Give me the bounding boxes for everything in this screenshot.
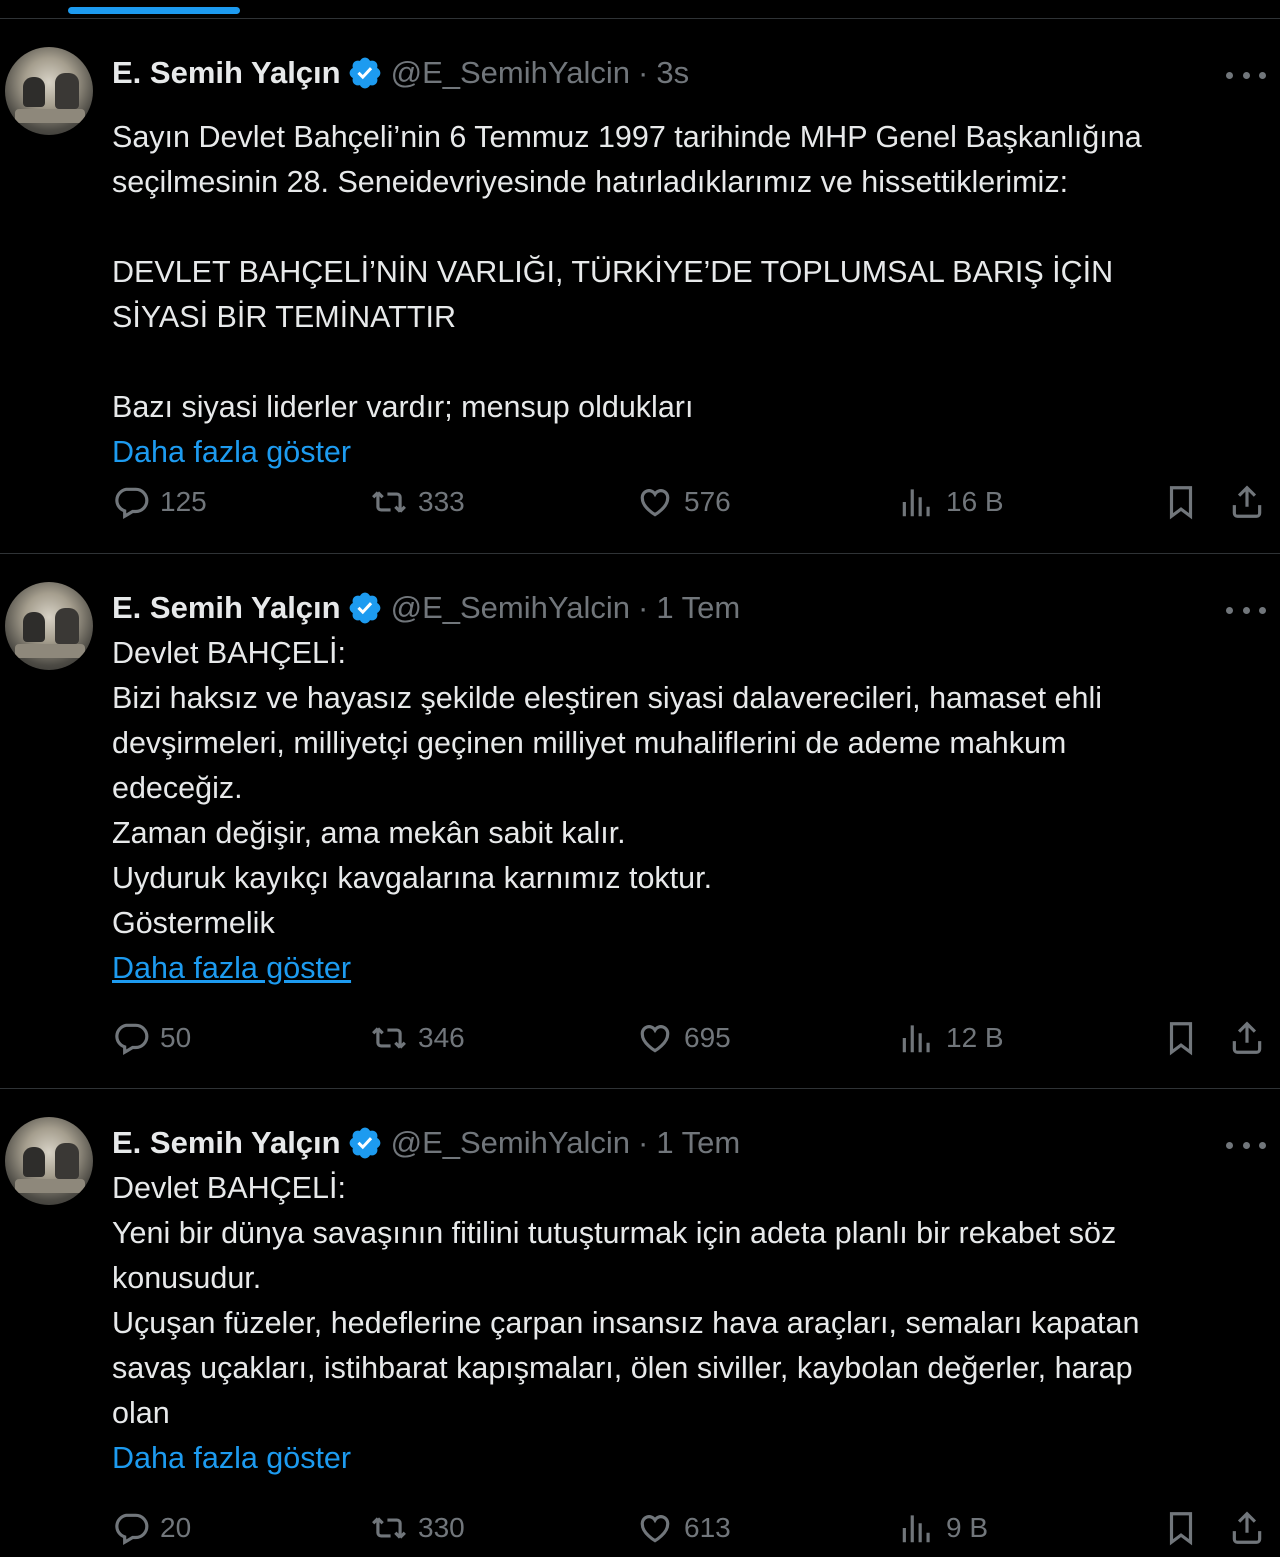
avatar[interactable]: [5, 582, 93, 670]
avatar[interactable]: [5, 1117, 93, 1205]
separator-dot: ·: [638, 55, 649, 90]
verified-badge-icon: [349, 592, 380, 624]
verified-badge-icon: [349, 57, 380, 89]
tweet-paragraph: Sayın Devlet Bahçeli’nin 6 Temmuz 1997 t…: [112, 120, 1142, 199]
timestamp[interactable]: 1 Tem: [656, 590, 740, 626]
like-count: 576: [684, 486, 731, 517]
reply-icon: [115, 487, 149, 520]
tweet-header: E. Semih Yalçın @E_SemihYalcin · 1 Tem: [112, 588, 740, 628]
separator-dot: ·: [638, 1125, 649, 1160]
reply-button[interactable]: 20: [112, 1509, 191, 1547]
views-button[interactable]: 9 B: [898, 1509, 988, 1547]
reply-count: 50: [160, 1022, 192, 1053]
more-icon[interactable]: [1226, 1139, 1266, 1151]
reply-button[interactable]: 50: [112, 1019, 191, 1057]
like-button[interactable]: 613: [636, 1509, 731, 1547]
retweet-icon: [372, 491, 406, 513]
views-count: 12 B: [946, 1022, 1004, 1053]
bookmark-button[interactable]: [1162, 483, 1210, 521]
author-name[interactable]: E. Semih Yalçın: [112, 1125, 341, 1161]
views-icon: [902, 1515, 930, 1543]
reply-icon: [115, 1023, 149, 1056]
author-name[interactable]: E. Semih Yalçın: [112, 590, 341, 626]
more-icon[interactable]: [1226, 69, 1266, 81]
bookmark-icon: [1169, 1022, 1193, 1056]
retweet-button[interactable]: 346: [370, 1019, 465, 1057]
avatar[interactable]: [5, 47, 93, 135]
reply-count: 20: [160, 1512, 192, 1543]
bookmark-button[interactable]: [1162, 1509, 1210, 1547]
show-more-link[interactable]: Daha fazla göster: [112, 1436, 1272, 1481]
more-icon[interactable]: [1226, 604, 1266, 616]
views-button[interactable]: 16 B: [898, 483, 1004, 521]
author-name[interactable]: E. Semih Yalçın: [112, 55, 341, 91]
action-bar: 50 346 695 12 B: [112, 1019, 1272, 1059]
reply-count: 125: [160, 486, 207, 517]
bookmark-button[interactable]: [1162, 1019, 1210, 1057]
retweet-count: 333: [418, 486, 465, 517]
timestamp[interactable]: 1 Tem: [656, 1125, 740, 1161]
share-icon: [1232, 1021, 1262, 1054]
show-more-link[interactable]: Daha fazla göster: [112, 946, 1272, 991]
verified-badge-icon: [349, 1127, 380, 1159]
tweet-paragraph: Bazı siyasi liderler vardır; mensup oldu…: [112, 390, 694, 424]
tweet[interactable]: E. Semih Yalçın @E_SemihYalcin · 3s Sayı…: [0, 19, 1280, 554]
like-button[interactable]: 695: [636, 1019, 731, 1057]
retweet-icon: [372, 1027, 406, 1049]
tweet-header: E. Semih Yalçın @E_SemihYalcin · 3s: [112, 53, 689, 93]
tweet-text: Devlet BAHÇELİ: Yeni bir dünya savaşının…: [112, 1166, 1272, 1481]
tweet[interactable]: E. Semih Yalçın @E_SemihYalcin · 1 Tem D…: [0, 1089, 1280, 1557]
share-button[interactable]: [1228, 1509, 1276, 1547]
bookmark-icon: [1169, 1512, 1193, 1546]
retweet-icon: [372, 1517, 406, 1539]
reply-button[interactable]: 125: [112, 483, 207, 521]
like-icon: [640, 489, 670, 517]
author-handle[interactable]: @E_SemihYalcin: [391, 1125, 630, 1161]
views-icon: [902, 489, 930, 517]
tweet-text: Sayın Devlet Bahçeli’nin 6 Temmuz 1997 t…: [112, 115, 1272, 475]
like-button[interactable]: 576: [636, 483, 731, 521]
tweet-paragraph: DEVLET BAHÇELİ’NİN VARLIĞI, TÜRKİYE’DE T…: [112, 255, 1114, 334]
author-handle[interactable]: @E_SemihYalcin: [391, 55, 630, 91]
retweet-button[interactable]: 333: [370, 483, 465, 521]
tweet-paragraph: Devlet BAHÇELİ: Bizi haksız ve hayasız ş…: [112, 636, 1102, 940]
views-count: 9 B: [946, 1512, 989, 1543]
author-handle[interactable]: @E_SemihYalcin: [391, 590, 630, 626]
retweet-count: 330: [418, 1512, 465, 1543]
retweet-count: 346: [418, 1022, 465, 1053]
tweet-paragraph: Devlet BAHÇELİ: Yeni bir dünya savaşının…: [112, 1171, 1140, 1430]
views-button[interactable]: 12 B: [898, 1019, 1004, 1057]
separator-dot: ·: [638, 590, 649, 625]
share-button[interactable]: [1228, 1019, 1276, 1057]
reply-icon: [115, 1513, 149, 1546]
top-bar: [0, 0, 1280, 19]
tweet-text: Devlet BAHÇELİ: Bizi haksız ve hayasız ş…: [112, 631, 1272, 991]
like-icon: [640, 1515, 670, 1543]
action-bar: 125 333 576 16 B: [112, 483, 1272, 523]
show-more-link[interactable]: Daha fazla göster: [112, 430, 1272, 475]
tweet[interactable]: E. Semih Yalçın @E_SemihYalcin · 1 Tem D…: [0, 554, 1280, 1089]
views-icon: [902, 1025, 930, 1053]
retweet-button[interactable]: 330: [370, 1509, 465, 1547]
tweet-header: E. Semih Yalçın @E_SemihYalcin · 1 Tem: [112, 1123, 740, 1163]
views-count: 16 B: [946, 486, 1004, 517]
share-icon: [1232, 1511, 1262, 1544]
share-button[interactable]: [1228, 483, 1276, 521]
active-tab-indicator: [68, 7, 240, 14]
share-icon: [1232, 485, 1262, 518]
action-bar: 20 330 613 9 B: [112, 1509, 1272, 1549]
like-icon: [640, 1025, 670, 1053]
bookmark-icon: [1169, 486, 1193, 520]
timestamp[interactable]: 3s: [656, 55, 689, 91]
like-count: 695: [684, 1022, 731, 1053]
like-count: 613: [684, 1512, 731, 1543]
